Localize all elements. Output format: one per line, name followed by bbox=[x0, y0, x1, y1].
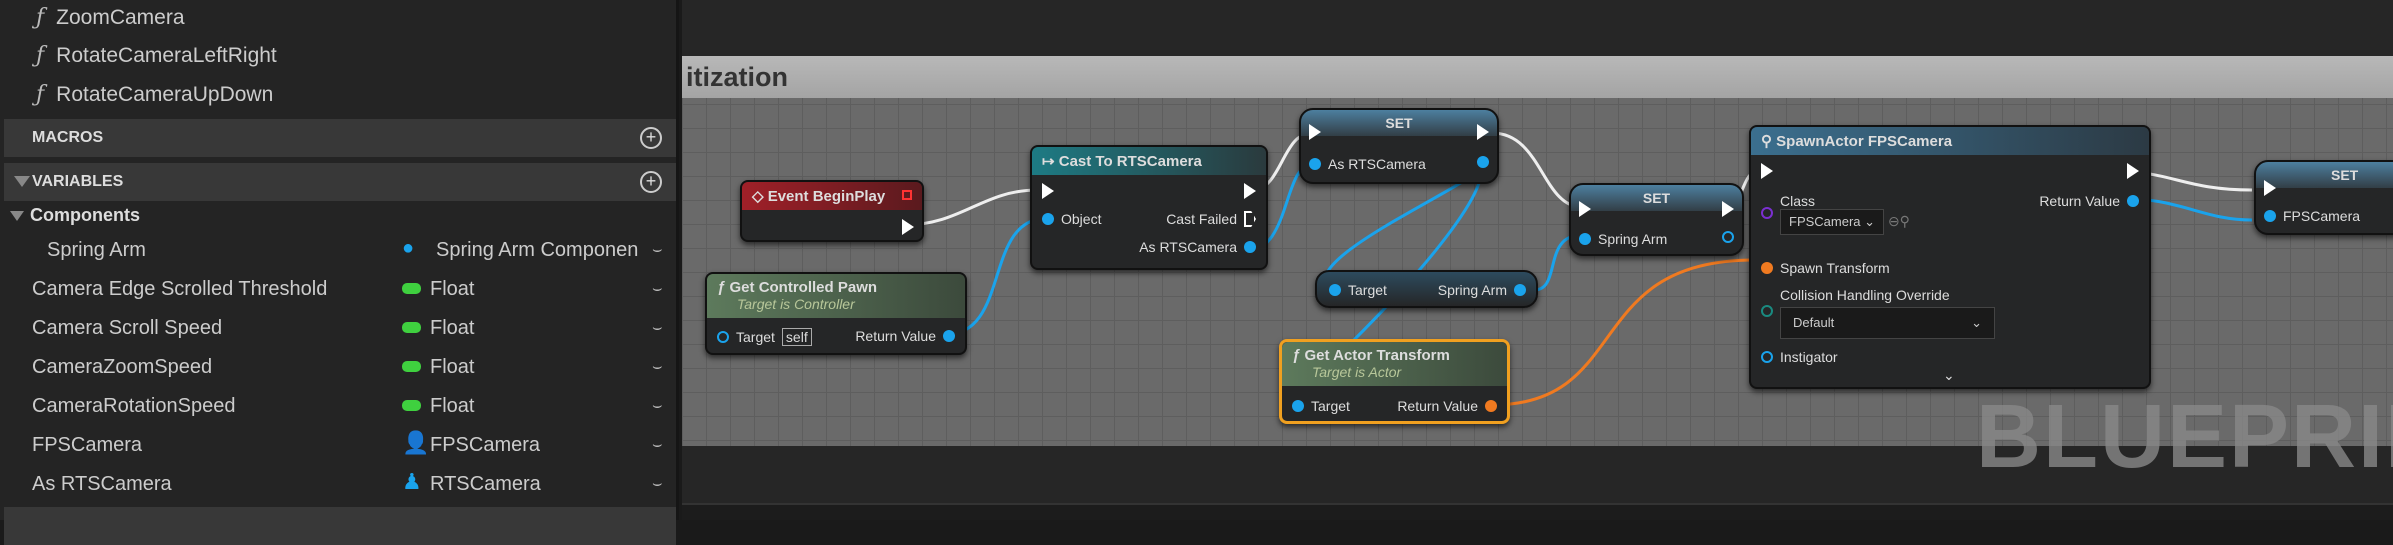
exec-in-pin[interactable] bbox=[1579, 201, 1591, 217]
cast-icon: ↦ bbox=[1042, 153, 1059, 170]
variable-row[interactable]: FPSCamera 👤 FPSCamera ⌣ bbox=[0, 426, 676, 465]
eye-closed-icon[interactable]: ⌣ bbox=[652, 319, 663, 337]
collapse-triangle-icon[interactable] bbox=[14, 176, 30, 187]
as-rtscamera-in-pin[interactable]: As RTSCamera bbox=[1309, 156, 1426, 172]
variable-row[interactable]: CameraZoomSpeed Float ⌣ bbox=[0, 348, 676, 387]
exec-out-pin[interactable] bbox=[902, 219, 914, 235]
set-as-rtscamera-node[interactable]: SET As RTSCamera bbox=[1299, 108, 1499, 184]
instigator-pin[interactable]: Instigator bbox=[1761, 349, 1838, 365]
exec-in-pin[interactable] bbox=[1042, 183, 1054, 199]
float-pill-icon bbox=[402, 322, 421, 333]
return-value-pin[interactable]: Return Value bbox=[855, 328, 955, 344]
class-pin[interactable]: Class FPSCamera ⌄ ⊖⚲ bbox=[1761, 193, 1910, 235]
collision-dropdown[interactable]: Default ⌄ bbox=[1780, 307, 1995, 339]
character-icon: 👤 bbox=[402, 430, 430, 455]
event-begin-play-node[interactable]: ◇ Event BeginPlay bbox=[740, 180, 924, 242]
eye-closed-icon[interactable]: ⌣ bbox=[652, 397, 663, 415]
function-item[interactable]: ƒ RotateCameraLeftRight bbox=[36, 43, 277, 68]
event-graph-canvas[interactable]: itization BLUEPRINT ◇ Event BeginPlay ƒ … bbox=[682, 0, 2393, 520]
variables-header[interactable]: VARIABLES + bbox=[4, 163, 676, 201]
next-section-header[interactable] bbox=[4, 507, 676, 545]
pawn-icon: ♟ bbox=[402, 469, 422, 494]
eye-closed-icon[interactable]: ⌣ bbox=[652, 241, 663, 259]
eye-closed-icon[interactable]: ⌣ bbox=[652, 280, 663, 298]
function-item[interactable]: ƒ RotateCameraUpDown bbox=[36, 82, 273, 107]
browse-icon[interactable]: ⊖⚲ bbox=[1888, 213, 1910, 229]
as-rtscamera-out-pin[interactable] bbox=[1477, 156, 1489, 168]
my-blueprint-panel: ƒ ZoomCamera ƒ RotateCameraLeftRight ƒ Rota… bbox=[0, 0, 679, 545]
spring-arm-in-pin[interactable]: Spring Arm bbox=[1579, 231, 1667, 247]
collision-handling-pin[interactable]: Collision Handling Override Default ⌄ bbox=[1761, 287, 1995, 339]
variable-row[interactable]: CameraRotationSpeed Float ⌣ bbox=[0, 387, 676, 426]
event-icon: ◇ bbox=[752, 188, 768, 205]
get-controlled-pawn-node[interactable]: ƒ Get Controlled Pawn Target is Controlle… bbox=[705, 272, 967, 355]
exec-out-pin[interactable] bbox=[1244, 183, 1256, 199]
return-value-pin[interactable]: Return Value bbox=[1397, 398, 1497, 414]
spring-arm-out-pin[interactable]: Spring Arm bbox=[1438, 282, 1526, 298]
expand-chevron-icon[interactable]: ⌄ bbox=[1943, 367, 1955, 384]
spring-arm-getter-node[interactable]: Target Spring Arm bbox=[1315, 270, 1538, 308]
float-pill-icon bbox=[402, 400, 421, 411]
spawn-actor-icon: ⚲ bbox=[1761, 133, 1777, 150]
function-icon: ƒ bbox=[1292, 347, 1305, 364]
eye-closed-icon[interactable]: ⌣ bbox=[652, 436, 663, 454]
class-dropdown[interactable]: FPSCamera ⌄ bbox=[1780, 209, 1885, 235]
get-actor-transform-node[interactable]: ƒ Get Actor Transform Target is Actor Tar… bbox=[1279, 339, 1510, 424]
float-pill-icon bbox=[402, 361, 421, 372]
as-rtscamera-pin[interactable]: As RTSCamera bbox=[1139, 239, 1256, 255]
function-icon: ƒ bbox=[36, 43, 45, 68]
exec-in-pin[interactable] bbox=[1309, 124, 1321, 140]
exec-in-pin[interactable] bbox=[2264, 180, 2276, 196]
variable-row[interactable]: Camera Scroll Speed Float ⌣ bbox=[0, 309, 676, 348]
target-pin[interactable]: Target bbox=[1292, 398, 1350, 414]
function-icon: ƒ bbox=[717, 279, 730, 296]
variable-row[interactable]: Camera Edge Scrolled Threshold Float ⌣ bbox=[0, 270, 676, 309]
collapse-triangle-icon[interactable] bbox=[10, 210, 24, 221]
spawn-actor-node[interactable]: ⚲ SpawnActor FPSCamera Class FPSCamera ⌄ … bbox=[1749, 125, 2151, 389]
eye-closed-icon[interactable]: ⌣ bbox=[652, 475, 663, 493]
spring-arm-out-pin[interactable] bbox=[1722, 231, 1734, 243]
target-pin[interactable]: Target self bbox=[717, 328, 812, 346]
exec-wire bbox=[903, 188, 1039, 227]
float-pill-icon bbox=[402, 283, 421, 294]
exec-out-pin[interactable] bbox=[1477, 124, 1489, 140]
variable-row[interactable]: Spring Arm ● Spring Arm Componen ⌣ bbox=[0, 231, 676, 270]
macros-header[interactable]: MACROS + bbox=[4, 119, 676, 157]
function-icon: ƒ bbox=[36, 82, 45, 107]
cast-to-rtscamera-node[interactable]: ↦ Cast To RTSCamera Object Cast Failed A… bbox=[1030, 145, 1268, 270]
add-variable-icon[interactable]: + bbox=[640, 171, 662, 193]
object-pin[interactable]: Object bbox=[1042, 211, 1101, 227]
fpscamera-in-pin[interactable]: FPSCamera bbox=[2264, 208, 2360, 224]
eye-closed-icon[interactable]: ⌣ bbox=[652, 358, 663, 376]
cast-failed-pin[interactable]: Cast Failed bbox=[1166, 211, 1256, 227]
spring-arm-icon: ● bbox=[402, 237, 415, 259]
exec-in-pin[interactable] bbox=[1761, 163, 1773, 179]
add-macro-icon[interactable]: + bbox=[640, 127, 662, 149]
return-value-pin[interactable]: Return Value bbox=[2039, 193, 2139, 209]
components-category[interactable]: Components bbox=[10, 205, 140, 226]
exec-out-pin[interactable] bbox=[1722, 201, 1734, 217]
spawn-transform-pin[interactable]: Spawn Transform bbox=[1761, 260, 1890, 276]
function-item[interactable]: ƒ ZoomCamera bbox=[36, 5, 185, 30]
delegate-pin[interactable] bbox=[902, 190, 912, 200]
set-spring-arm-node[interactable]: SET Spring Arm bbox=[1569, 183, 1744, 256]
variable-row[interactable]: As RTSCamera ♟ RTSCamera ⌣ bbox=[0, 465, 676, 504]
function-icon: ƒ bbox=[36, 5, 45, 30]
target-pin[interactable]: Target bbox=[1329, 282, 1387, 298]
set-fpscamera-node[interactable]: SET FPSCamera bbox=[2254, 160, 2393, 235]
exec-out-pin[interactable] bbox=[2127, 163, 2139, 179]
